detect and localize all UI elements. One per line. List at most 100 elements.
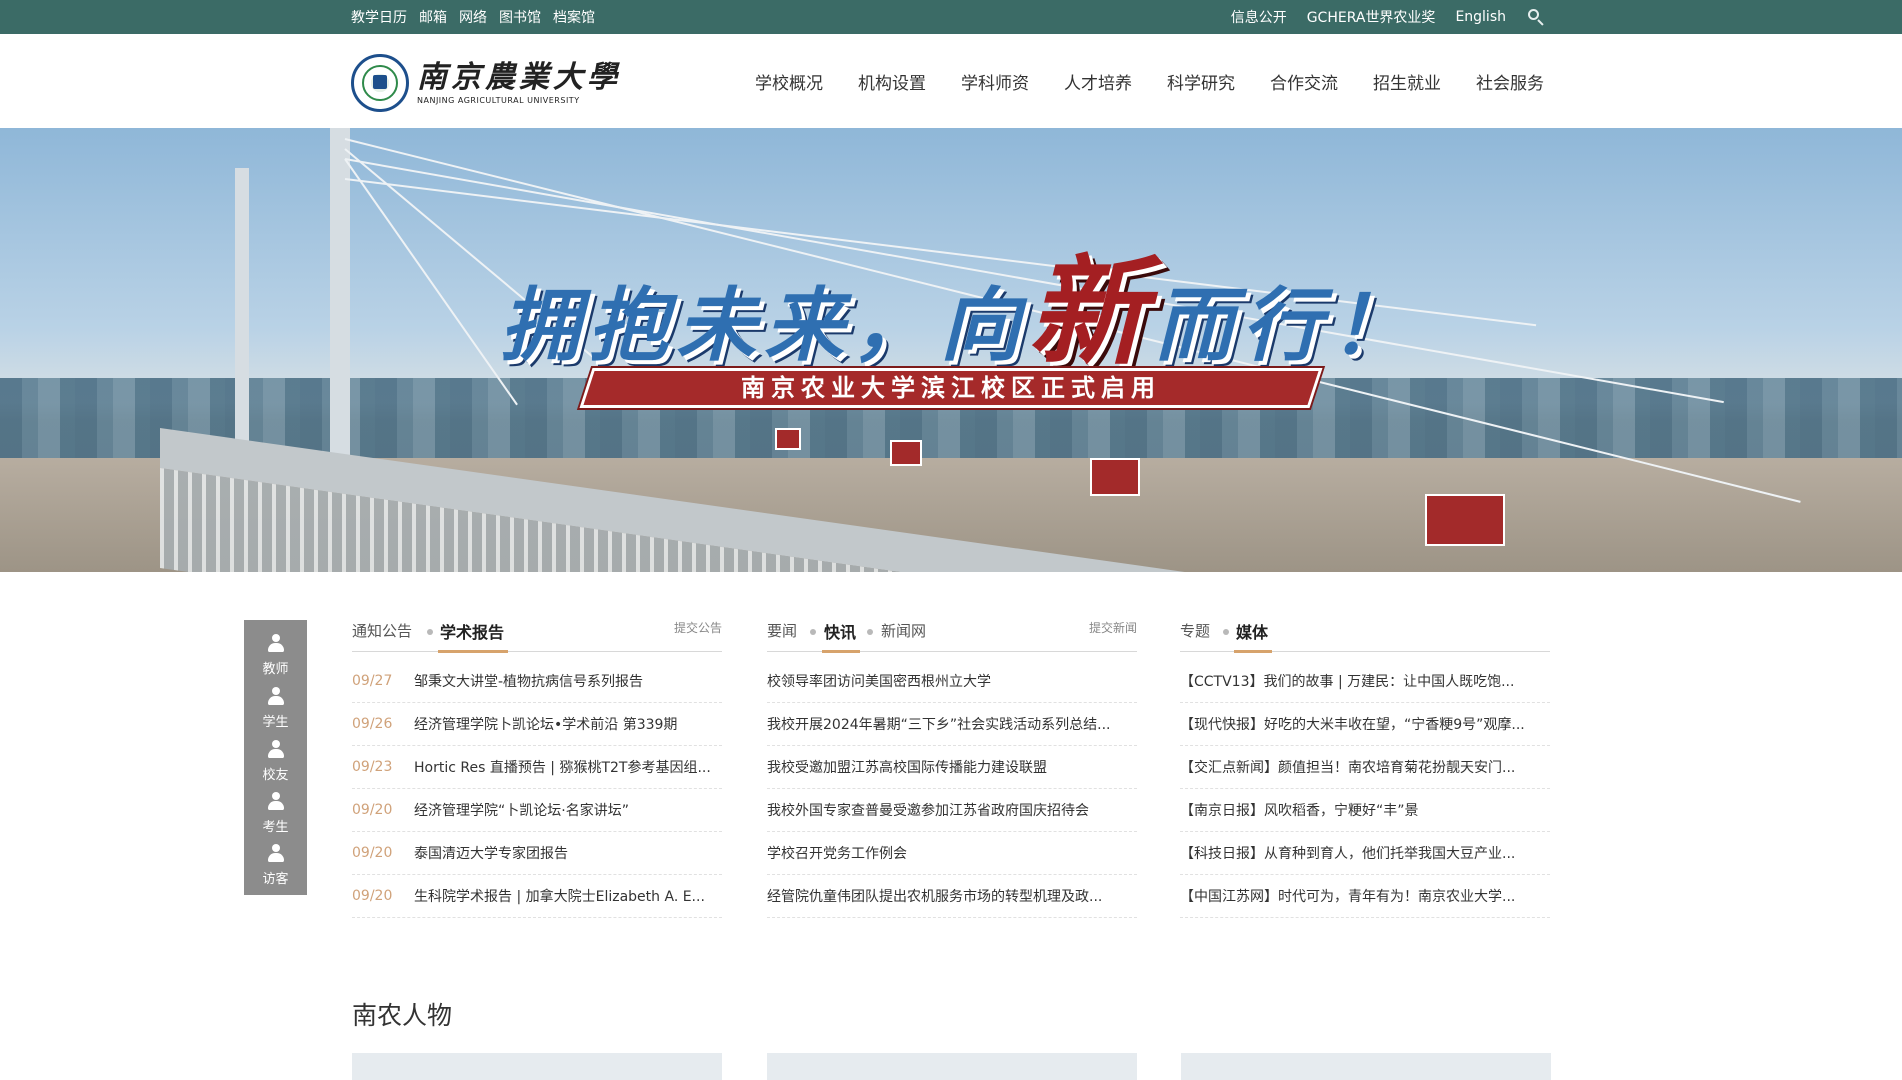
list-item[interactable]: 09/20 生科院学术报告 | 加拿大院士Elizabeth A. E... (352, 875, 722, 918)
link-info-disclosure[interactable]: 信息公开 (1231, 7, 1287, 27)
link-email[interactable]: 邮箱 (419, 7, 447, 27)
item-title: 【交汇点新闻】颜值担当！南农培育菊花扮靓天安门... (1180, 760, 1516, 776)
tab-separator-dot (867, 629, 873, 635)
list-item[interactable]: 【南京日报】风吹稻香，宁粳好“丰”景 (1180, 789, 1550, 832)
active-tab-underline (1234, 650, 1272, 653)
visitor-icon (267, 844, 285, 862)
people-card[interactable] (767, 1053, 1137, 1080)
tab-academic-reports[interactable]: 学术报告 (440, 619, 504, 643)
top-utility-bar: 教学日历 邮箱 网络 图书馆 档案馆 信息公开 GCHERA世界农业奖 Engl… (0, 0, 1902, 34)
tab-separator-dot (427, 629, 433, 635)
list-item[interactable]: 【交汇点新闻】颜值担当！南农培育菊花扮靓天安门... (1180, 746, 1550, 789)
tab-topics[interactable]: 专题 (1180, 620, 1210, 641)
logo-chinese-name: 南京農業大學 (417, 60, 621, 95)
student-icon (267, 687, 285, 705)
item-title: 经济管理学院“卜凯论坛·名家讲坛” (414, 803, 629, 819)
quick-link-student[interactable]: 学生 (244, 681, 307, 733)
examinee-icon (267, 792, 285, 810)
quick-link-label: 学生 (262, 715, 289, 730)
tab-flash-news[interactable]: 快讯 (824, 619, 856, 643)
news-column-notices: 通知公告 学术报告 提交公告 09/27 邹秉文大讲堂-植物抗病信号系列报告 09… (352, 616, 722, 918)
item-title: 经管院仇童伟团队提出农机服务市场的转型机理及政... (767, 889, 1103, 905)
quick-link-examinee[interactable]: 考生 (244, 786, 307, 838)
quick-link-teacher[interactable]: 教师 (244, 628, 307, 680)
list-item[interactable]: 【科技日报】从育种到育人，他们托举我国大豆产业... (1180, 832, 1550, 875)
list-item[interactable]: 我校外国专家查普曼受邀参加江苏省政府国庆招待会 (767, 789, 1137, 832)
banner-ribbon-text: 南京农业大学滨江校区正式启用 (741, 374, 1161, 402)
item-date: 09/20 (352, 802, 393, 818)
item-title: 我校开展2024年暑期“三下乡”社会实践活动系列总结... (767, 717, 1111, 733)
item-title: 泰国清迈大学专家团报告 (414, 846, 568, 862)
list-item[interactable]: 09/27 邹秉文大讲堂-植物抗病信号系列报告 (352, 660, 722, 703)
main-nav: 学校概况 机构设置 学科师资 人才培养 科学研究 合作交流 招生就业 社会服务 (720, 34, 1544, 128)
search-icon[interactable] (1528, 9, 1544, 26)
list-item[interactable]: 09/26 经济管理学院卜凯论坛•学术前沿 第339期 (352, 703, 722, 746)
search-handle (1537, 19, 1544, 26)
list-item[interactable]: 我校受邀加盟江苏高校国际传播能力建设联盟 (767, 746, 1137, 789)
tab-notices[interactable]: 通知公告 (352, 620, 412, 641)
link-teaching-calendar[interactable]: 教学日历 (351, 7, 407, 27)
column-tabs: 通知公告 学术报告 提交公告 (352, 616, 722, 653)
list-item[interactable]: 【中国江苏网】时代可为，青年有为！南京农业大学... (1180, 875, 1550, 918)
search-lens (1528, 9, 1539, 20)
item-title: 我校外国专家查普曼受邀参加江苏省政府国庆招待会 (767, 803, 1089, 819)
teacher-icon (267, 634, 285, 652)
news-column-media: 专题 媒体 【CCTV13】我们的故事 | 万建民：让中国人既吃饱... 【现代… (1180, 616, 1550, 918)
nav-organization[interactable]: 机构设置 (858, 69, 926, 94)
slogan-part-2: 而行！ (1154, 279, 1419, 372)
convoy-truck (1090, 458, 1140, 496)
logo-english-name: NANJING AGRICULTURAL UNIVERSITY (417, 96, 580, 105)
list-item[interactable]: 校领导率团访问美国密西根州立大学 (767, 660, 1137, 703)
nav-about[interactable]: 学校概况 (755, 69, 823, 94)
news-list: 【CCTV13】我们的故事 | 万建民：让中国人既吃饱... 【现代快报】好吃的… (1180, 660, 1550, 918)
submit-notice-link[interactable]: 提交公告 (674, 619, 722, 636)
active-tab-underline (822, 650, 860, 653)
quick-link-alumni[interactable]: 校友 (244, 734, 307, 786)
link-english[interactable]: English (1455, 9, 1506, 25)
list-item[interactable]: 【CCTV13】我们的故事 | 万建民：让中国人既吃饱... (1180, 660, 1550, 703)
list-item[interactable]: 【现代快报】好吃的大米丰收在望，“宁香粳9号”观摩... (1180, 703, 1550, 746)
quick-link-label: 考生 (262, 820, 289, 835)
bridge-tower-left (235, 168, 249, 468)
list-item[interactable]: 学校召开党务工作例会 (767, 832, 1137, 875)
item-title: 【中国江苏网】时代可为，青年有为！南京农业大学... (1180, 889, 1516, 905)
list-item[interactable]: 我校开展2024年暑期“三下乡”社会实践活动系列总结... (767, 703, 1137, 746)
item-date: 09/23 (352, 759, 393, 775)
item-date: 09/26 (352, 716, 393, 732)
list-item[interactable]: 09/20 经济管理学院“卜凯论坛·名家讲坛” (352, 789, 722, 832)
link-library[interactable]: 图书馆 (499, 7, 541, 27)
people-card[interactable] (1181, 1053, 1551, 1080)
nav-faculty[interactable]: 学科师资 (961, 69, 1029, 94)
item-title: 邹秉文大讲堂-植物抗病信号系列报告 (414, 674, 644, 690)
site-header: 南京農業大學 NANJING AGRICULTURAL UNIVERSITY 学… (0, 34, 1902, 128)
tab-separator-dot (1223, 629, 1229, 635)
nav-research[interactable]: 科学研究 (1167, 69, 1235, 94)
seal-core (373, 75, 387, 89)
nav-cooperation[interactable]: 合作交流 (1270, 69, 1338, 94)
list-item[interactable]: 09/20 泰国清迈大学专家团报告 (352, 832, 722, 875)
list-item[interactable]: 09/23 Hortic Res 直播预告 | 猕猴桃T2T参考基因组... (352, 746, 722, 789)
people-card[interactable] (352, 1053, 722, 1080)
utility-links-right: 信息公开 GCHERA世界农业奖 English (1211, 0, 1544, 34)
item-title: 生科院学术报告 | 加拿大院士Elizabeth A. E... (414, 889, 705, 905)
tab-headlines[interactable]: 要闻 (767, 620, 797, 641)
nav-admission[interactable]: 招生就业 (1373, 69, 1441, 94)
list-item[interactable]: 经管院仇童伟团队提出农机服务市场的转型机理及政... (767, 875, 1137, 918)
tab-media[interactable]: 媒体 (1236, 619, 1268, 643)
university-logo[interactable]: 南京農業大學 NANJING AGRICULTURAL UNIVERSITY (351, 54, 621, 112)
submit-news-link[interactable]: 提交新闻 (1089, 619, 1137, 636)
tab-news-site[interactable]: 新闻网 (881, 620, 926, 641)
nav-social-service[interactable]: 社会服务 (1476, 69, 1544, 94)
column-tabs: 要闻 快讯 新闻网 提交新闻 (767, 616, 1137, 653)
link-network[interactable]: 网络 (459, 7, 487, 27)
news-list: 校领导率团访问美国密西根州立大学 我校开展2024年暑期“三下乡”社会实践活动系… (767, 660, 1137, 918)
link-archives[interactable]: 档案馆 (553, 7, 595, 27)
item-date: 09/27 (352, 673, 393, 689)
slogan-part-1: 拥抱未来，向 (500, 279, 1028, 372)
quick-link-visitor[interactable]: 访客 (244, 838, 307, 890)
convoy-truck (1425, 494, 1505, 546)
nav-education[interactable]: 人才培养 (1064, 69, 1132, 94)
hero-banner[interactable]: 拥抱未来，向新而行！ 南京农业大学滨江校区正式启用 (0, 128, 1902, 572)
link-gchera-award[interactable]: GCHERA世界农业奖 (1307, 7, 1436, 27)
logo-text: 南京農業大學 NANJING AGRICULTURAL UNIVERSITY (417, 60, 621, 106)
